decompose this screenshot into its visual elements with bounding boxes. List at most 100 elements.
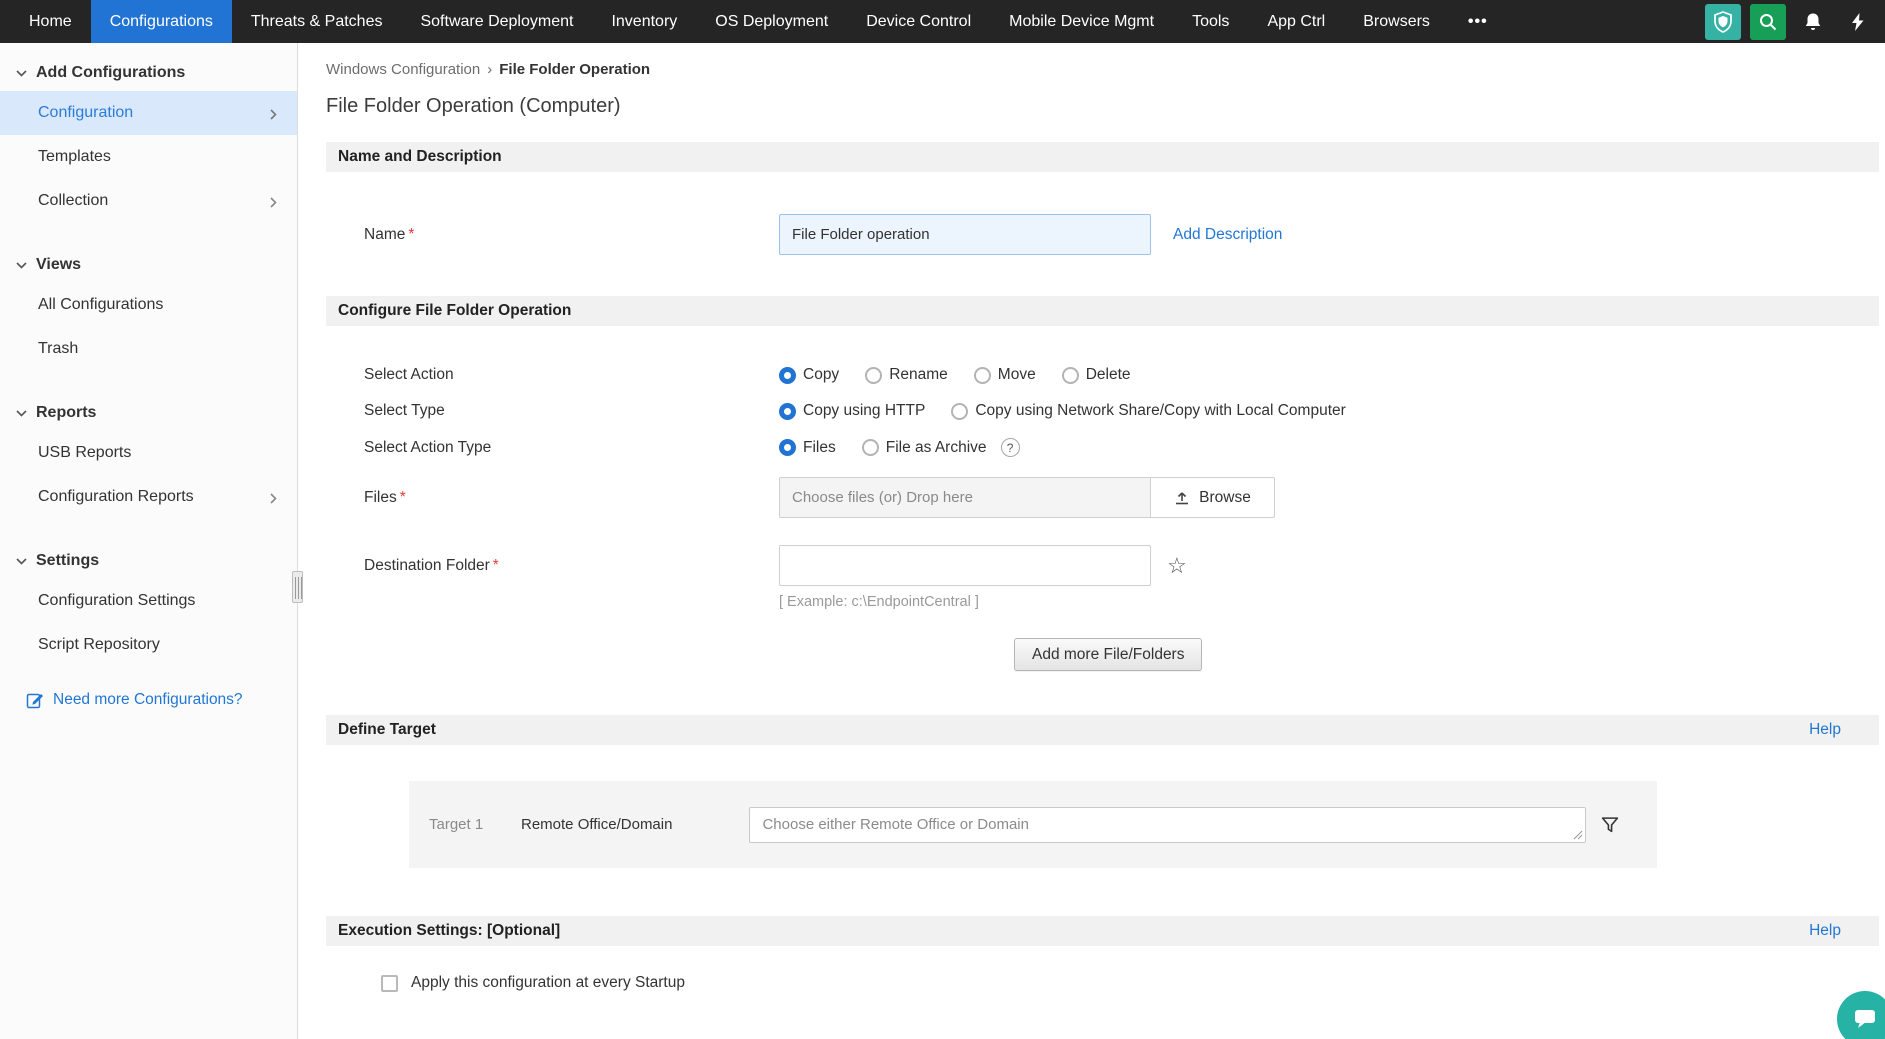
sidebar-section-settings: Settings Configuration Settings Script R…	[0, 543, 297, 667]
sidebar-item-configuration-reports[interactable]: Configuration Reports	[0, 475, 297, 519]
sidebar-header-reports[interactable]: Reports	[0, 395, 297, 431]
destination-folder-input[interactable]	[779, 545, 1151, 586]
breadcrumb-current: File Folder Operation	[499, 61, 650, 78]
sidebar-item-label: USB Reports	[38, 444, 131, 462]
quick-actions-button[interactable]	[1840, 4, 1876, 40]
need-more-configurations-link[interactable]: Need more Configurations?	[0, 691, 297, 709]
sidebar-section-title: Reports	[36, 404, 96, 422]
startup-checkbox-row: Apply this configuration at every Startu…	[326, 974, 1879, 992]
name-input[interactable]	[779, 214, 1151, 255]
security-shield-icon[interactable]	[1705, 4, 1741, 40]
execution-settings-help-link[interactable]: Help	[1809, 922, 1841, 940]
chevron-right-icon	[270, 107, 277, 125]
files-row: Files* Browse	[326, 477, 1879, 518]
radio-icon	[862, 439, 879, 456]
browse-button[interactable]: Browse	[1150, 477, 1275, 518]
favorite-star-icon[interactable]: ☆	[1167, 555, 1187, 577]
radio-copy-using-network-share[interactable]: Copy using Network Share/Copy with Local…	[951, 402, 1345, 420]
select-type-options: Copy using HTTP Copy using Network Share…	[779, 402, 1346, 420]
search-button[interactable]	[1750, 4, 1786, 40]
nav-device-control[interactable]: Device Control	[847, 0, 990, 43]
sidebar-item-configuration-settings[interactable]: Configuration Settings	[0, 579, 297, 623]
name-label: Name*	[364, 226, 779, 244]
radio-icon	[1062, 367, 1079, 384]
sidebar-item-usb-reports[interactable]: USB Reports	[0, 431, 297, 475]
sidebar-item-script-repository[interactable]: Script Repository	[0, 623, 297, 667]
file-drop-input[interactable]	[779, 477, 1151, 518]
select-action-type-label: Select Action Type	[364, 439, 779, 457]
destination-folder-label: Destination Folder*	[364, 557, 779, 575]
radio-files[interactable]: Files	[779, 439, 836, 457]
chevron-down-icon	[16, 410, 27, 417]
sidebar-item-all-configurations[interactable]: All Configurations	[0, 283, 297, 327]
browse-button-label: Browse	[1199, 489, 1251, 507]
section-define-target: Define Target Help Target 1 Remote Offic…	[326, 715, 1879, 868]
radio-rename[interactable]: Rename	[865, 366, 948, 384]
select-action-type-options: Files File as Archive	[779, 439, 987, 457]
sidebar-section-title: Add Configurations	[36, 64, 185, 82]
sidebar-item-templates[interactable]: Templates	[0, 135, 297, 179]
remote-office-domain-label: Remote Office/Domain	[521, 816, 672, 833]
sidebar-header-views[interactable]: Views	[0, 247, 297, 283]
define-target-help-link[interactable]: Help	[1809, 721, 1841, 739]
select-action-row: Select Action Copy Rename Move Delete	[326, 366, 1879, 384]
bell-icon	[1804, 12, 1822, 32]
apply-at-startup-label: Apply this configuration at every Startu…	[411, 974, 685, 992]
chat-bubble-icon	[1852, 1006, 1878, 1032]
nav-configurations[interactable]: Configurations	[91, 0, 232, 43]
sidebar-resize-handle[interactable]	[292, 571, 303, 603]
nav-threats-patches[interactable]: Threats & Patches	[232, 0, 402, 43]
breadcrumb-parent[interactable]: Windows Configuration	[326, 61, 480, 78]
destination-example-hint: [ Example: c:\EndpointCentral ]	[326, 594, 1879, 610]
nav-tools[interactable]: Tools	[1173, 0, 1248, 43]
filter-funnel-icon[interactable]	[1601, 816, 1619, 834]
section-title: Name and Description	[338, 148, 502, 166]
nav-software-deployment[interactable]: Software Deployment	[401, 0, 592, 43]
radio-move[interactable]: Move	[974, 366, 1036, 384]
shield-icon	[1713, 11, 1733, 33]
add-description-link[interactable]: Add Description	[1173, 226, 1282, 244]
sidebar-section-views: Views All Configurations Trash	[0, 247, 297, 371]
nav-mobile-device-mgmt[interactable]: Mobile Device Mgmt	[990, 0, 1173, 43]
edit-icon	[26, 691, 44, 709]
section-title: Configure File Folder Operation	[338, 302, 571, 320]
radio-selected-icon	[779, 367, 796, 384]
remote-office-domain-input[interactable]	[749, 807, 1586, 843]
add-more-file-folders-button[interactable]: Add more File/Folders	[1014, 638, 1202, 671]
section-bar-configure-operation: Configure File Folder Operation	[326, 296, 1879, 326]
radio-copy[interactable]: Copy	[779, 366, 839, 384]
required-asterisk: *	[400, 489, 406, 506]
nav-icon-group	[1705, 0, 1885, 43]
section-name-description: Name and Description Name* Add Descripti…	[326, 142, 1879, 255]
search-icon	[1759, 13, 1777, 31]
required-asterisk: *	[408, 226, 414, 243]
file-picker: Browse	[779, 477, 1275, 518]
radio-delete[interactable]: Delete	[1062, 366, 1131, 384]
radio-copy-using-http[interactable]: Copy using HTTP	[779, 402, 925, 420]
sidebar-header-add-configurations[interactable]: Add Configurations	[0, 55, 297, 91]
select-action-label: Select Action	[364, 366, 779, 384]
nav-browsers[interactable]: Browsers	[1344, 0, 1449, 43]
apply-at-startup-checkbox[interactable]	[381, 975, 398, 992]
target-panel: Target 1 Remote Office/Domain	[409, 781, 1657, 868]
sidebar-item-label: Script Repository	[38, 636, 160, 654]
nav-os-deployment[interactable]: OS Deployment	[696, 0, 847, 43]
breadcrumb: Windows Configuration › File Folder Oper…	[326, 61, 1879, 78]
radio-icon	[951, 403, 968, 420]
nav-more-icon[interactable]: •••	[1449, 0, 1507, 43]
notifications-button[interactable]	[1795, 4, 1831, 40]
need-more-configurations-label: Need more Configurations?	[53, 691, 243, 709]
help-question-icon[interactable]: ?	[1001, 438, 1020, 457]
sidebar-item-configuration[interactable]: Configuration	[0, 91, 297, 135]
sidebar-header-settings[interactable]: Settings	[0, 543, 297, 579]
nav-app-ctrl[interactable]: App Ctrl	[1248, 0, 1344, 43]
sidebar-item-trash[interactable]: Trash	[0, 327, 297, 371]
sidebar-item-label: Configuration Settings	[38, 592, 195, 610]
radio-file-as-archive[interactable]: File as Archive	[862, 439, 987, 457]
section-execution-settings: Execution Settings: [Optional] Help Appl…	[326, 916, 1879, 992]
radio-icon	[865, 367, 882, 384]
sidebar-item-collection[interactable]: Collection	[0, 179, 297, 223]
section-title: Define Target	[338, 721, 436, 739]
nav-inventory[interactable]: Inventory	[592, 0, 696, 43]
nav-home[interactable]: Home	[10, 0, 91, 43]
